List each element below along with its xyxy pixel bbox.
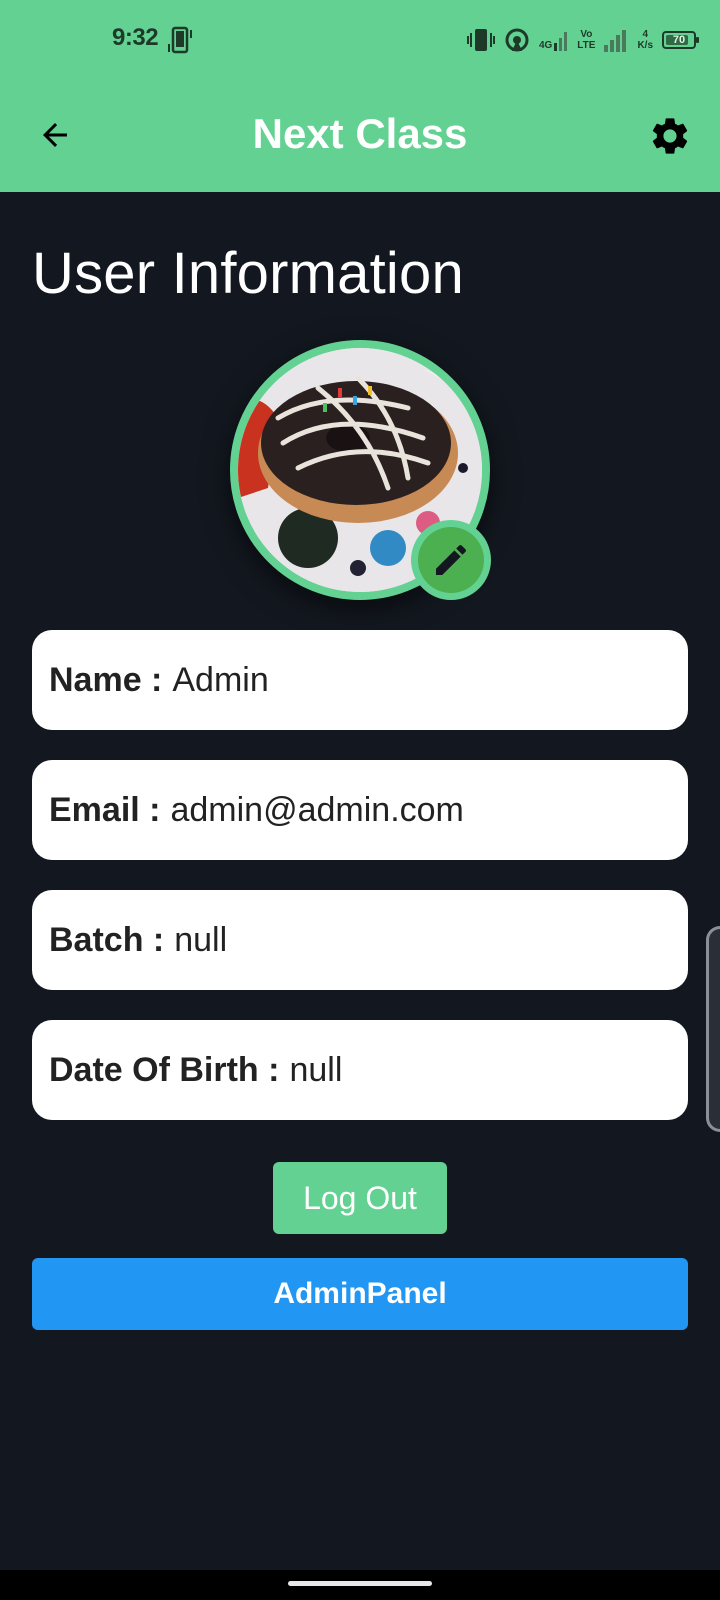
gear-icon [652, 118, 688, 154]
email-value: admin@admin.com [170, 790, 464, 829]
page-title: User Information [32, 241, 464, 306]
profile-avatar-section [230, 340, 491, 600]
navigation-bar [0, 1570, 720, 1600]
edge-panel-handle[interactable] [706, 926, 720, 1132]
name-label: Name : [49, 660, 163, 699]
network-type: 4G [538, 40, 553, 51]
app-title: Next Class [252, 110, 468, 157]
speed-value: 4 [642, 29, 648, 40]
batch-card: Batch : null [32, 890, 688, 990]
speed-unit: K/s [637, 40, 653, 51]
mobile-data-indicator: 4G [539, 29, 568, 51]
home-indicator[interactable] [288, 1581, 432, 1586]
edit-photo-button[interactable] [411, 520, 491, 600]
network-speed: 4 K/s [637, 29, 653, 51]
email-card: Email : admin@admin.com [32, 760, 688, 860]
date-of-birth-label: Date Of Birth : [49, 1050, 280, 1089]
vibrate-icon [466, 29, 495, 51]
phone-screen-icon [168, 26, 192, 54]
status-bar: 9:32 4G Vo LTE 4 K/s 70 [0, 0, 720, 80]
name-value: Admin [172, 660, 269, 699]
admin-panel-button[interactable]: AdminPanel [32, 1258, 688, 1330]
volte-label: Vo LTE [577, 29, 596, 51]
status-time: 9:32 [112, 24, 159, 51]
logout-button[interactable]: Log Out [273, 1162, 447, 1234]
signal-strength-icon [604, 30, 627, 52]
battery-level: 70 [672, 34, 686, 46]
batch-value: null [174, 920, 228, 959]
app-bar: Next Class [0, 80, 720, 192]
name-card: Name : Admin [32, 630, 688, 730]
battery-icon: 70 [662, 31, 699, 49]
email-label: Email : [49, 790, 161, 829]
date-of-birth-card: Date Of Birth : null [32, 1020, 688, 1120]
hotspot-icon [505, 28, 529, 52]
signal-bars-icon [554, 32, 568, 51]
batch-label: Batch : [49, 920, 165, 959]
pencil-icon [436, 544, 467, 575]
settings-button[interactable] [644, 110, 696, 162]
date-of-birth-value: null [289, 1050, 343, 1089]
